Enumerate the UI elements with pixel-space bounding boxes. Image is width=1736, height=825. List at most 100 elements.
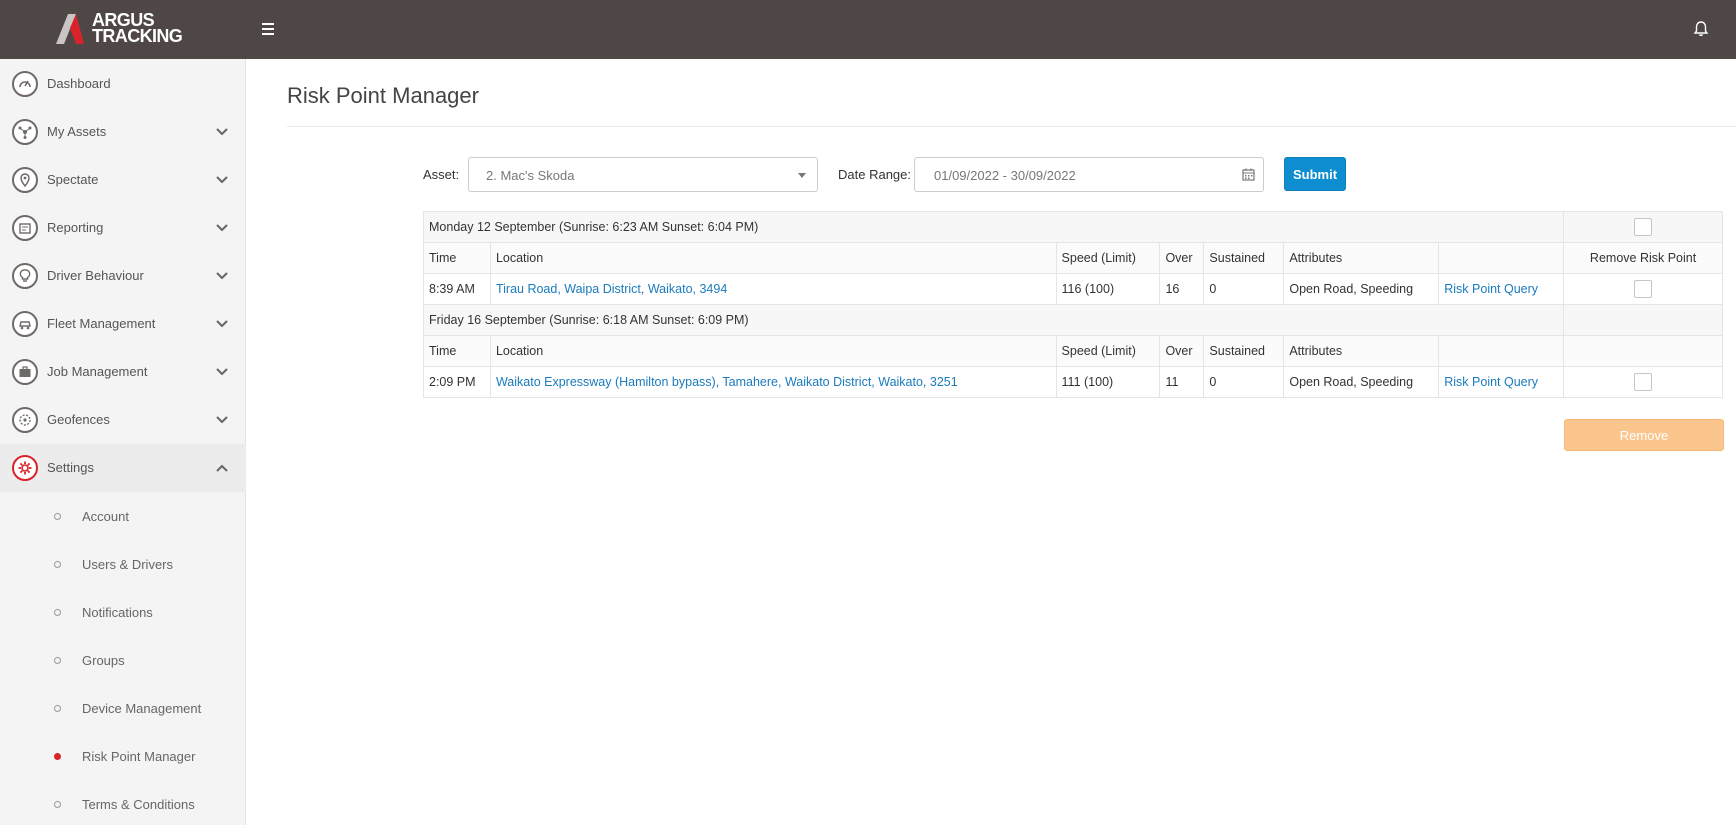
sidebar-subitem-device-management[interactable]: Device Management: [0, 684, 246, 732]
sidebar-item-reporting[interactable]: Reporting: [0, 204, 246, 252]
sidebar-item-fleet-management[interactable]: Fleet Management: [0, 300, 246, 348]
remove-button[interactable]: Remove: [1564, 419, 1724, 451]
sidebar-subitem-notifications[interactable]: Notifications: [0, 588, 246, 636]
sidebar-item-geofences[interactable]: Geofences: [0, 396, 246, 444]
dashboard-icon: [12, 71, 38, 97]
chevron-down-icon: [216, 224, 228, 232]
bullet-icon: [54, 561, 61, 568]
risk-point-table: Monday 12 September (Sunrise: 6:23 AM Su…: [422, 211, 1723, 398]
bell-icon[interactable]: [1692, 20, 1710, 38]
location-link[interactable]: Waikato Expressway (Hamilton bypass), Ta…: [496, 375, 958, 389]
sidebar-subitem-label: Groups: [82, 653, 125, 668]
asset-label: Asset:: [423, 167, 460, 182]
divider: [287, 126, 1736, 127]
risk-point-query-link[interactable]: Risk Point Query: [1444, 282, 1538, 296]
date-range-input[interactable]: 01/09/2022 - 30/09/2022: [914, 157, 1264, 192]
over-cell: 16: [1159, 273, 1205, 305]
speed-cell: 116 (100): [1055, 273, 1161, 305]
bullet-icon: [54, 513, 61, 520]
sidebar-subitem-label: Terms & Conditions: [82, 797, 195, 812]
remove-risk-point-checkbox[interactable]: [1634, 373, 1653, 391]
column-header: [1438, 335, 1565, 367]
sidebar-item-driver-behaviour[interactable]: Driver Behaviour: [0, 252, 246, 300]
bullet-icon: [54, 609, 61, 616]
date-range-label: Date Range:: [838, 167, 911, 182]
sidebar-item-label: Fleet Management: [47, 316, 156, 331]
active-bullet-icon: [54, 753, 61, 760]
day-row: Monday 12 September (Sunrise: 6:23 AM Su…: [422, 211, 1723, 243]
calendar-icon[interactable]: [1242, 168, 1255, 181]
sidebar-subitem-label: Users & Drivers: [82, 557, 174, 572]
sidebar-item-settings[interactable]: Settings: [0, 444, 246, 492]
assets-icon: [12, 119, 38, 145]
column-header: Time: [423, 335, 491, 367]
sidebar-item-label: Dashboard: [47, 76, 111, 91]
geofence-icon: [12, 407, 38, 433]
over-cell: 11: [1159, 366, 1205, 398]
column-header: Sustained: [1203, 335, 1285, 367]
chevron-down-icon: [216, 320, 228, 328]
submit-button[interactable]: Submit: [1284, 157, 1346, 191]
date-range-value: 01/09/2022 - 30/09/2022: [934, 168, 1076, 183]
page-title: Risk Point Manager: [287, 83, 479, 108]
sidebar-item-spectate[interactable]: Spectate: [0, 156, 246, 204]
sidebar-item-job-management[interactable]: Job Management: [0, 348, 246, 396]
attributes-cell: Open Road, Speeding: [1283, 273, 1440, 305]
column-header: Attributes: [1283, 242, 1440, 274]
chevron-up-icon: [216, 464, 228, 472]
table-row: 8:39 AM Tirau Road, Waipa District, Waik…: [423, 273, 1723, 305]
briefcase-icon: [12, 359, 38, 385]
speed-cell: 111 (100): [1055, 366, 1161, 398]
report-icon: [12, 215, 38, 241]
asset-select[interactable]: 2. Mac's Skoda: [468, 157, 818, 192]
select-all-checkbox[interactable]: [1634, 218, 1653, 236]
chevron-down-icon: [216, 176, 228, 184]
chevron-down-icon: [216, 272, 228, 280]
sidebar-subitem-terms-conditions[interactable]: Terms & Conditions: [0, 780, 246, 825]
sidebar-subitem-label: Notifications: [82, 605, 153, 620]
sidebar-subitem-label: Risk Point Manager: [82, 749, 196, 764]
argus-tracking-logo[interactable]: ARGUS TRACKING: [56, 10, 196, 48]
bullet-icon: [54, 705, 61, 712]
sustained-cell: 0: [1203, 366, 1285, 398]
sidebar-item-label: Settings: [47, 460, 94, 475]
sidebar-item-my-assets[interactable]: My Assets: [0, 108, 246, 156]
sustained-cell: 0: [1203, 273, 1285, 305]
sidebar-subitem-label: Account: [82, 509, 129, 524]
map-pin-icon: [12, 167, 38, 193]
column-header: [1438, 242, 1565, 274]
chevron-down-icon: [216, 368, 228, 376]
sidebar-subitem-account[interactable]: Account: [0, 492, 246, 540]
remove-risk-point-checkbox[interactable]: [1634, 280, 1653, 298]
sidebar-item-label: Spectate: [47, 172, 99, 187]
column-header: Location: [489, 335, 1057, 367]
table-header-row: Time Location Speed (Limit) Over Sustain…: [423, 242, 1723, 274]
time-cell: 2:09 PM: [423, 366, 491, 398]
sidebar-subitem-risk-point-manager[interactable]: Risk Point Manager: [0, 732, 246, 780]
bullet-icon: [54, 657, 61, 664]
column-header: Speed (Limit): [1055, 335, 1161, 367]
car-icon: [12, 311, 38, 337]
sidebar-item-label: Geofences: [47, 412, 110, 427]
attributes-cell: Open Road, Speeding: [1283, 366, 1440, 398]
sidebar-subitem-groups[interactable]: Groups: [0, 636, 246, 684]
asset-select-value: 2. Mac's Skoda: [486, 168, 575, 183]
time-cell: 8:39 AM: [423, 273, 491, 305]
sidebar-item-dashboard[interactable]: Dashboard: [0, 60, 246, 108]
hamburger-icon[interactable]: [258, 20, 278, 38]
column-header: Speed (Limit): [1055, 242, 1161, 274]
table-header-row: Time Location Speed (Limit) Over Sustain…: [423, 335, 1723, 367]
column-header: Over: [1159, 335, 1205, 367]
sidebar: Dashboard My Assets Spectate Reporting D…: [0, 59, 246, 825]
lightbulb-icon: [12, 263, 38, 289]
location-link[interactable]: Tirau Road, Waipa District, Waikato, 349…: [496, 282, 727, 296]
caret-down-icon: [798, 173, 806, 178]
sidebar-item-label: Driver Behaviour: [47, 268, 144, 283]
main-content: Risk Point Manager Asset: 2. Mac's Skoda…: [247, 59, 1736, 825]
chevron-down-icon: [216, 128, 228, 136]
column-header: Over: [1159, 242, 1205, 274]
risk-point-query-link[interactable]: Risk Point Query: [1444, 375, 1538, 389]
sidebar-subitem-users-drivers[interactable]: Users & Drivers: [0, 540, 246, 588]
sidebar-item-label: Reporting: [47, 220, 104, 235]
chevron-down-icon: [216, 416, 228, 424]
